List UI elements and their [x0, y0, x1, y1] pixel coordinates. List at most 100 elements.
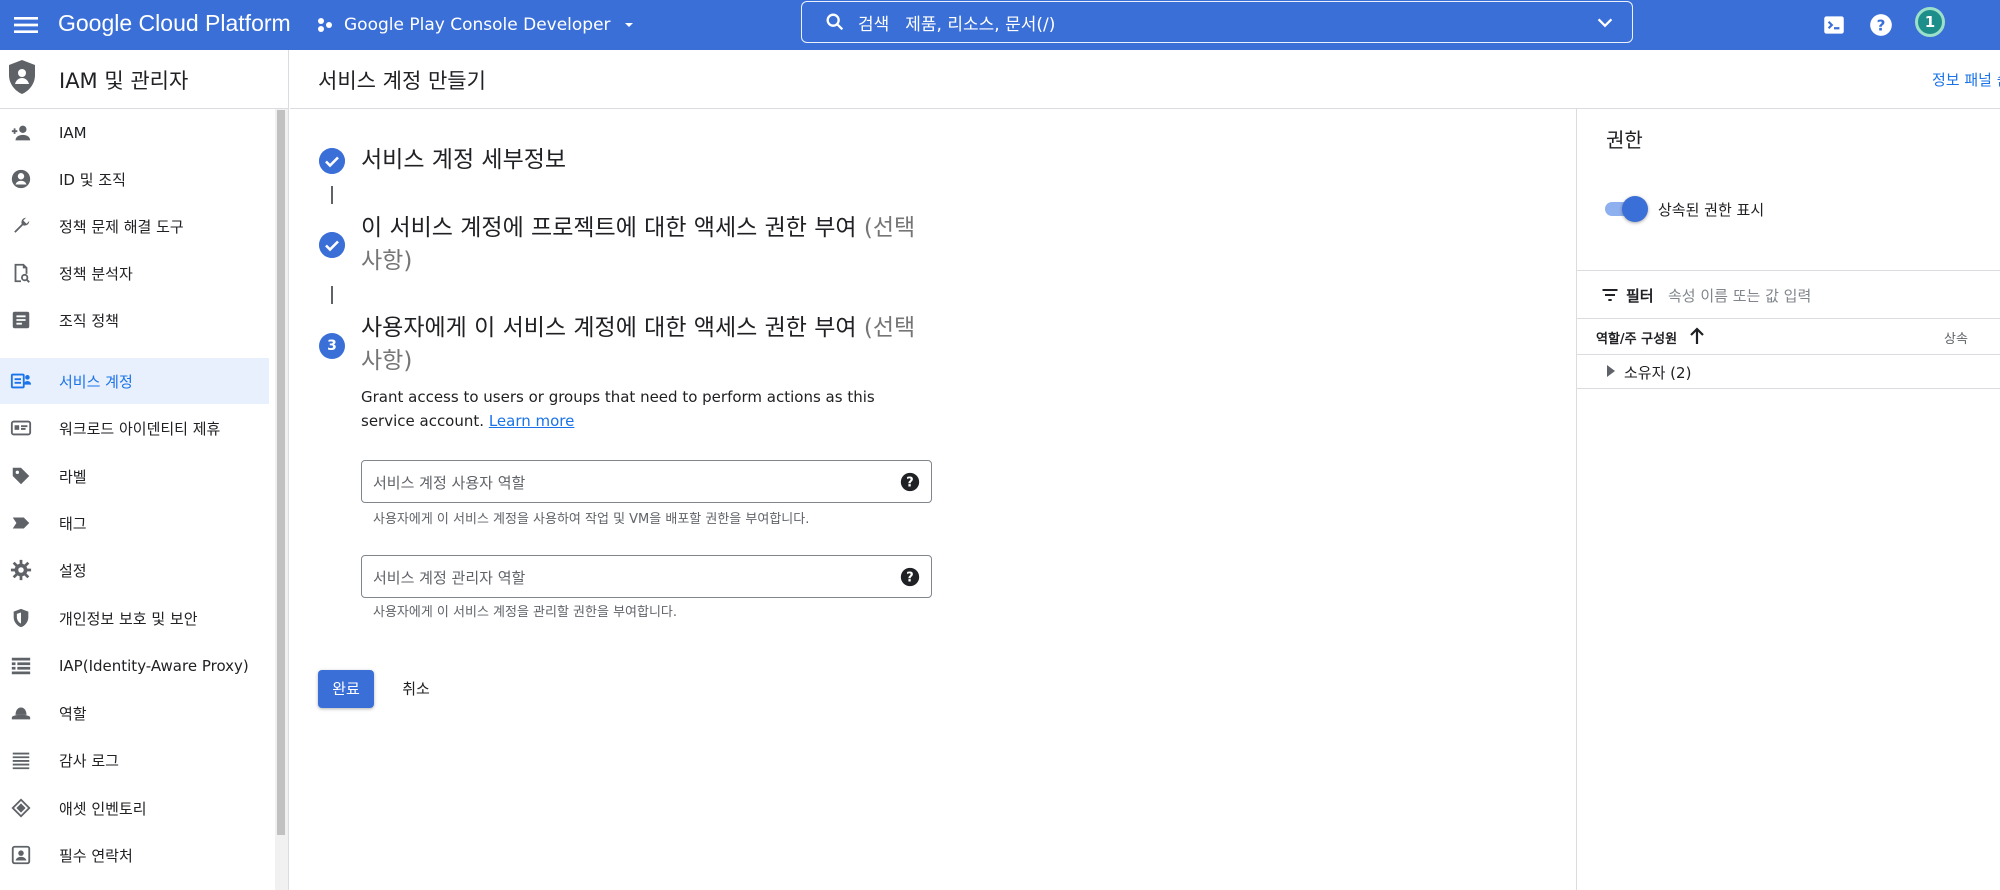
- sidebar-item-label: 워크로드 아이덴티티 제휴: [59, 419, 221, 438]
- person-add-icon: [11, 125, 31, 141]
- sidebar: IAM ID 및 조직 정책 문제 해결 도구 정책 분석자 조직 정책 서비스…: [0, 109, 289, 890]
- help-icon[interactable]: ?: [1868, 12, 1894, 38]
- info-panel-toggle-link[interactable]: 정보 패널 숨: [1932, 69, 2000, 90]
- sidebar-item-label: 서비스 계정: [59, 372, 133, 391]
- sidebar-header: IAM 및 관리자: [0, 50, 289, 109]
- sidebar-item-label: 필수 연락처: [59, 846, 133, 865]
- sidebar-item-iap[interactable]: IAP(Identity-Aware Proxy): [0, 643, 269, 689]
- service-account-admin-role-field[interactable]: 서비스 계정 관리자 역할 ?: [361, 555, 932, 598]
- owner-row[interactable]: 소유자 (2): [1624, 362, 1691, 383]
- wrench-icon: [14, 217, 30, 233]
- panel-title: 권한: [1606, 128, 1643, 152]
- expand-caret-icon[interactable]: [1605, 364, 1617, 378]
- dropdown-arrow-icon: [624, 23, 633, 27]
- sidebar-item-label: IAM: [59, 124, 87, 142]
- step-3-title: 사용자에게 이 서비스 계정에 대한 액세스 권한 부여 (선택사항): [361, 312, 921, 378]
- step-2-title[interactable]: 이 서비스 계정에 프로젝트에 대한 액세스 권한 부여 (선택사항): [361, 212, 921, 278]
- filter-input[interactable]: 속성 이름 또는 값 입력: [1668, 285, 1811, 306]
- search-bar[interactable]: 검색 제품, 리소스, 문서(/): [801, 1, 1633, 43]
- cancel-button[interactable]: 취소: [388, 670, 444, 708]
- project-name: Google Play Console Developer: [344, 15, 611, 35]
- help-icon[interactable]: ?: [899, 566, 921, 588]
- step-1-title[interactable]: 서비스 계정 세부정보: [361, 144, 921, 177]
- search-placeholder: 제품, 리소스, 문서(/): [905, 14, 1056, 35]
- list-lines-icon: [12, 752, 30, 770]
- permissions-panel: [1576, 109, 2000, 890]
- diamond-layers-icon: [11, 798, 31, 818]
- notifications-badge[interactable]: 1: [1915, 7, 1945, 37]
- hat-icon: [11, 707, 31, 720]
- iam-shield-icon: [9, 60, 35, 94]
- sidebar-item-label: 라벨: [59, 467, 87, 486]
- chevron-down-icon[interactable]: [1594, 12, 1616, 34]
- divider: [1577, 318, 2000, 319]
- field-label: 서비스 계정 관리자 역할: [373, 569, 526, 587]
- learn-more-link[interactable]: Learn more: [489, 412, 575, 430]
- column-header-role[interactable]: 역할/주 구성원: [1596, 328, 1677, 347]
- description-text: Grant access to users or groups that nee…: [361, 388, 875, 430]
- sidebar-scroll-thumb[interactable]: [277, 110, 285, 835]
- article-icon: [12, 311, 30, 329]
- svg-text:?: ?: [906, 571, 913, 586]
- sidebar-item-identity[interactable]: ID 및 조직: [0, 156, 269, 202]
- iap-icon: [11, 657, 31, 675]
- step-complete-check-icon: [319, 148, 345, 174]
- sidebar-item-labels[interactable]: 라벨: [0, 453, 269, 499]
- step-1-title-text: 서비스 계정 세부정보: [361, 147, 567, 173]
- search-label: 검색: [858, 14, 890, 35]
- hamburger-menu-icon[interactable]: [10, 9, 42, 41]
- sidebar-item-policy-troubleshooter[interactable]: 정책 문제 해결 도구: [0, 203, 269, 249]
- toggle-label: 상속된 권한 표시: [1658, 201, 1765, 219]
- shield-icon: [13, 608, 29, 628]
- brand-logo[interactable]: Google Cloud Platform: [58, 10, 291, 37]
- step-3-description: Grant access to users or groups that nee…: [361, 385, 921, 433]
- sidebar-item-policy-analyzer[interactable]: 정책 분석자: [0, 250, 269, 296]
- cloud-shell-icon[interactable]: [1821, 12, 1847, 38]
- sidebar-item-audit-logs[interactable]: 감사 로그: [0, 737, 269, 783]
- sidebar-item-asset-inventory[interactable]: 애셋 인벤토리: [0, 785, 269, 831]
- filter-label: 필터: [1626, 287, 1654, 305]
- sort-arrow-up-icon[interactable]: [1688, 326, 1706, 346]
- sidebar-item-essential-contacts[interactable]: 필수 연락처: [0, 832, 269, 878]
- column-header-inherited: 상속: [1944, 332, 1968, 347]
- sidebar-item-service-accounts[interactable]: 서비스 계정: [0, 358, 269, 404]
- sidebar-item-label: 조직 정책: [59, 311, 119, 330]
- search-icon: [826, 13, 844, 31]
- sidebar-item-workload-identity[interactable]: 워크로드 아이덴티티 제휴: [0, 405, 269, 451]
- sidebar-item-label: 정책 문제 해결 도구: [59, 217, 184, 236]
- step-complete-check-icon: [319, 232, 345, 258]
- service-account-user-role-field[interactable]: 서비스 계정 사용자 역할 ?: [361, 460, 932, 503]
- sidebar-title: IAM 및 관리자: [59, 69, 189, 93]
- sidebar-item-iam[interactable]: IAM: [0, 110, 269, 156]
- main-header: 서비스 계정 만들기 정보 패널 숨: [290, 50, 2000, 109]
- sidebar-item-tags[interactable]: 태그: [0, 500, 269, 546]
- step-2-title-text: 이 서비스 계정에 프로젝트에 대한 액세스 권한 부여: [361, 215, 864, 241]
- help-icon[interactable]: ?: [899, 471, 921, 493]
- top-bar: Google Cloud Platform Google Play Consol…: [0, 0, 2000, 50]
- sidebar-item-label: 개인정보 보호 및 보안: [59, 609, 198, 628]
- sidebar-item-org-policies[interactable]: 조직 정책: [0, 297, 269, 343]
- divider: [1577, 270, 2000, 271]
- field-hint: 사용자에게 이 서비스 계정을 관리할 권한을 부여합니다.: [373, 605, 678, 620]
- project-hexagon-icon: [318, 18, 332, 32]
- sidebar-item-label: 정책 분석자: [59, 264, 133, 283]
- sidebar-item-roles[interactable]: 역할: [0, 690, 269, 736]
- tag-arrow-icon: [12, 517, 30, 529]
- sidebar-item-label: 태그: [59, 514, 87, 533]
- toggle-knob[interactable]: [1622, 196, 1648, 222]
- account-circle-icon: [11, 169, 31, 189]
- sidebar-item-label: 설정: [59, 561, 87, 580]
- sidebar-item-privacy-security[interactable]: 개인정보 보호 및 보안: [0, 595, 269, 641]
- divider: [1577, 388, 2000, 389]
- sidebar-item-label: IAP(Identity-Aware Proxy): [59, 657, 249, 675]
- step-3-title-text: 사용자에게 이 서비스 계정에 대한 액세스 권한 부여: [361, 315, 864, 341]
- done-button[interactable]: 완료: [318, 670, 374, 708]
- sidebar-item-label: ID 및 조직: [59, 170, 126, 189]
- step-3-number-badge: 3: [319, 333, 345, 359]
- service-account-icon: [10, 373, 32, 389]
- project-selector[interactable]: Google Play Console Developer: [316, 12, 637, 38]
- svg-text:?: ?: [1877, 16, 1886, 34]
- sidebar-item-label: 역할: [59, 704, 87, 723]
- sidebar-item-settings[interactable]: 설정: [0, 547, 269, 593]
- step-connector: [331, 186, 333, 204]
